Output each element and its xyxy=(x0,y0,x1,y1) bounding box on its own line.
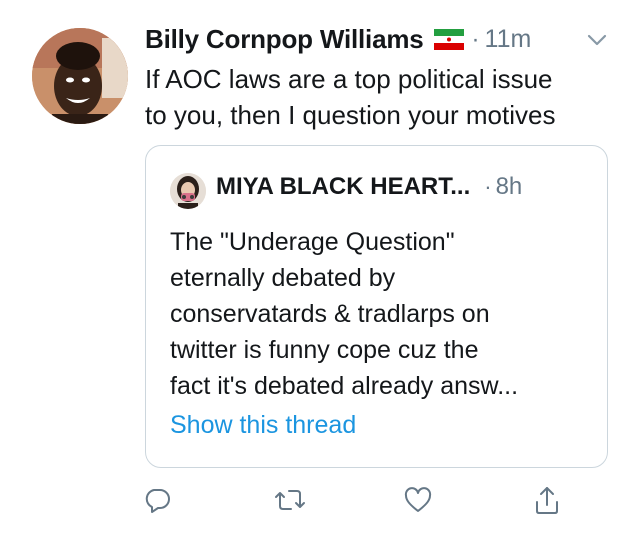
tweet[interactable]: Billy Cornpop Williams · 11m If AOC laws… xyxy=(0,0,640,534)
tweet-body-line: to you, then I question your motives xyxy=(145,100,556,130)
quoted-author-avatar xyxy=(170,173,206,209)
tweet-body: If AOC laws are a top political issue to… xyxy=(145,61,625,133)
tweet-action-bar xyxy=(0,482,640,522)
time-separator: · xyxy=(471,25,480,53)
share-button[interactable] xyxy=(529,482,565,518)
tweet-timestamp[interactable]: 11m xyxy=(485,25,532,54)
like-button[interactable] xyxy=(400,482,436,518)
quoted-tweet-header: MIYA BLACK HEART... · 8h xyxy=(216,173,522,201)
tweet-header: Billy Cornpop Williams · 11m xyxy=(145,24,531,55)
iran-flag-icon xyxy=(433,29,464,50)
show-thread-link[interactable]: Show this thread xyxy=(170,411,356,440)
tweet-body-line: If AOC laws are a top political issue xyxy=(145,64,553,94)
reply-button[interactable] xyxy=(139,482,175,518)
reply-icon xyxy=(142,485,172,515)
quoted-body-line: conservatards & tradlarps on xyxy=(170,300,490,328)
quoted-body-line: The "Underage Question" xyxy=(170,228,455,256)
quoted-tweet-body: The "Underage Question" eternally debate… xyxy=(170,224,518,404)
author-name[interactable]: Billy Cornpop Williams xyxy=(145,24,424,55)
quoted-body-line: fact it's debated already answ... xyxy=(170,372,519,400)
retweet-icon xyxy=(274,485,306,515)
chevron-down-icon[interactable] xyxy=(586,32,608,48)
retweet-button[interactable] xyxy=(272,482,308,518)
quoted-author-name: MIYA BLACK HEART... xyxy=(216,173,471,200)
share-icon xyxy=(532,484,562,516)
quoted-tweet-timestamp: 8h xyxy=(495,173,523,200)
quoted-body-line: twitter is funny cope cuz the xyxy=(170,336,479,364)
quoted-time-separator: · xyxy=(484,174,492,199)
author-avatar[interactable] xyxy=(32,28,128,124)
like-icon xyxy=(403,485,433,515)
quoted-body-line: eternally debated by xyxy=(170,264,396,292)
quoted-tweet[interactable]: MIYA BLACK HEART... · 8h The "Underage Q… xyxy=(145,145,608,468)
